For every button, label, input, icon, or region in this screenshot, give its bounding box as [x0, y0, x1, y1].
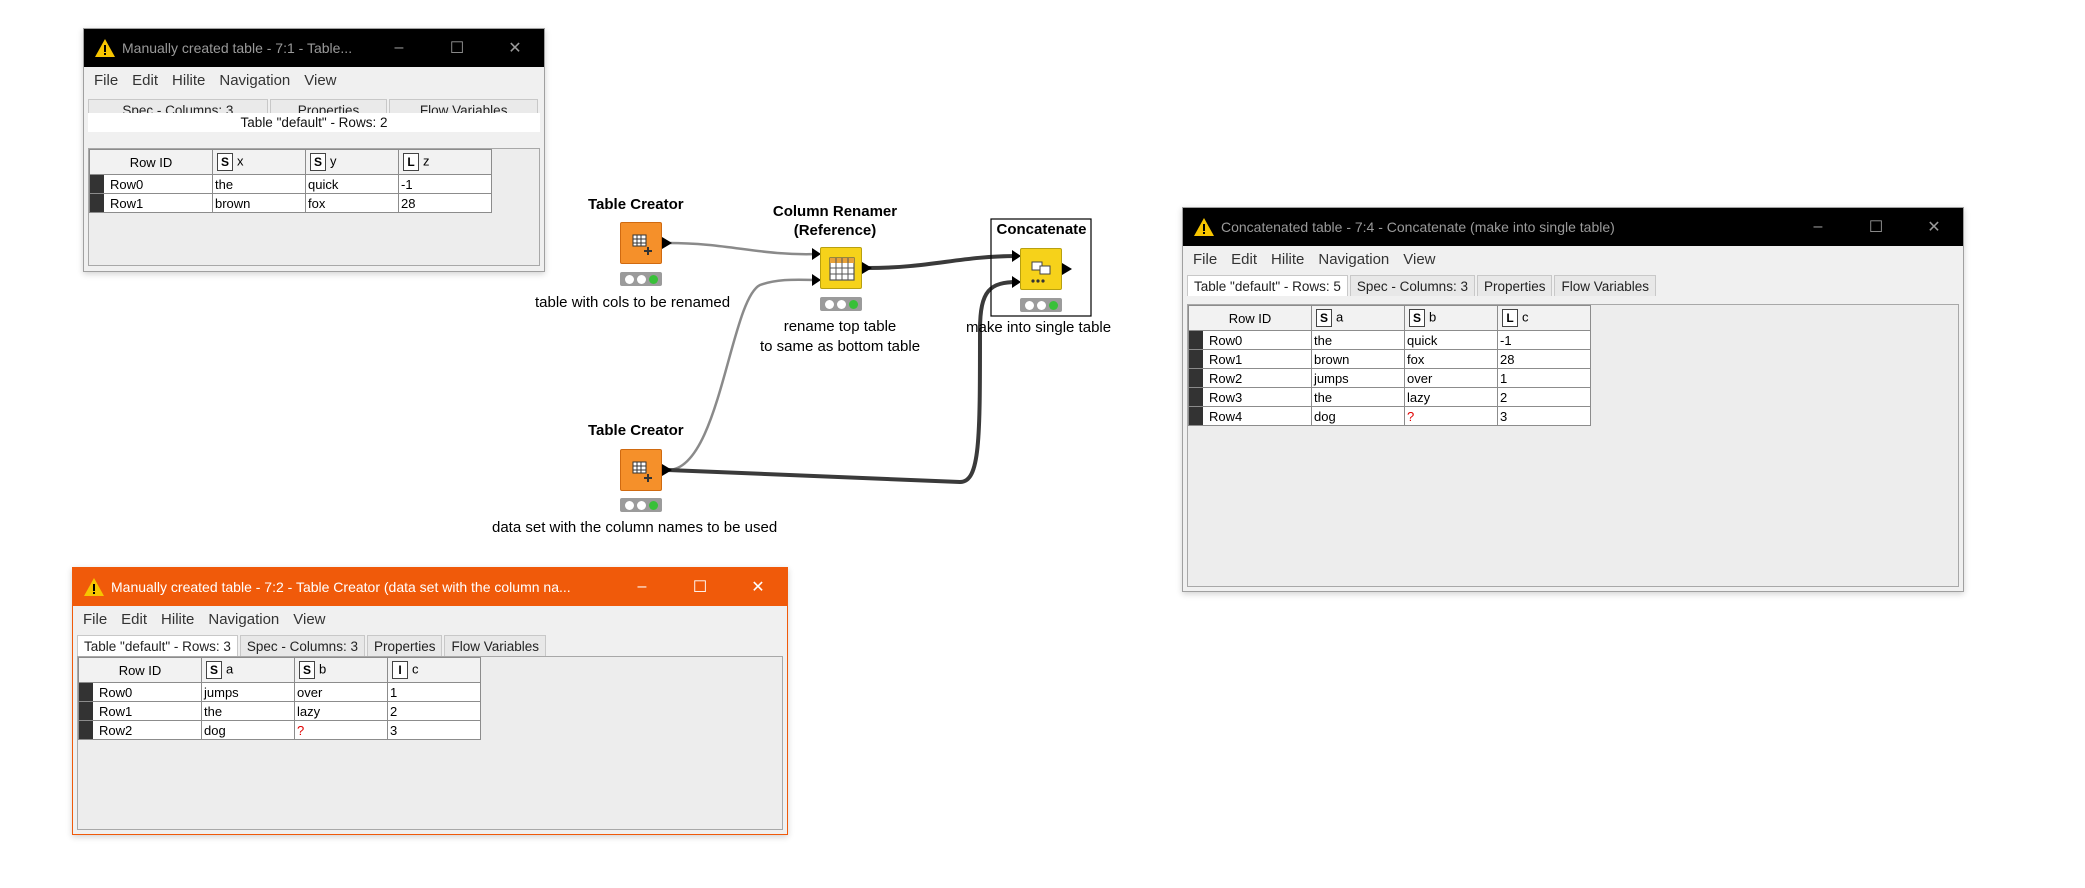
column-renamer-icon — [829, 257, 855, 281]
table-creator-node[interactable] — [620, 222, 662, 264]
node-annotation[interactable]: table with cols to be renamed — [535, 293, 730, 313]
node-annotation[interactable]: make into single table — [966, 318, 1111, 338]
node-title: Column Renamer (Reference) — [772, 203, 898, 239]
node-annotation[interactable]: rename top table to same as bottom table — [755, 317, 925, 357]
concatenate-icon — [1031, 261, 1051, 283]
connection-line[interactable] — [667, 241, 819, 256]
output-port-icon[interactable] — [1062, 263, 1072, 275]
node-status — [820, 297, 862, 311]
column-renamer-node[interactable] — [820, 247, 862, 289]
workflow-connections — [667, 218, 1092, 485]
output-port-icon[interactable] — [662, 464, 672, 476]
node-title: Table Creator — [588, 422, 684, 439]
node-status — [1020, 298, 1062, 312]
output-port-icon[interactable] — [862, 262, 872, 274]
table-creator-icon — [632, 234, 652, 255]
node-status — [620, 498, 662, 512]
node-title: Concatenate — [996, 221, 1087, 238]
node-annotation[interactable]: data set with the column names to be use… — [492, 518, 777, 538]
node-title: Table Creator — [588, 196, 684, 213]
output-port-icon[interactable] — [662, 237, 672, 249]
connection-line[interactable] — [867, 254, 1019, 270]
node-status — [620, 272, 662, 286]
table-creator-icon — [632, 461, 652, 482]
table-creator-node[interactable] — [620, 449, 662, 491]
concatenate-node[interactable] — [1020, 248, 1062, 290]
